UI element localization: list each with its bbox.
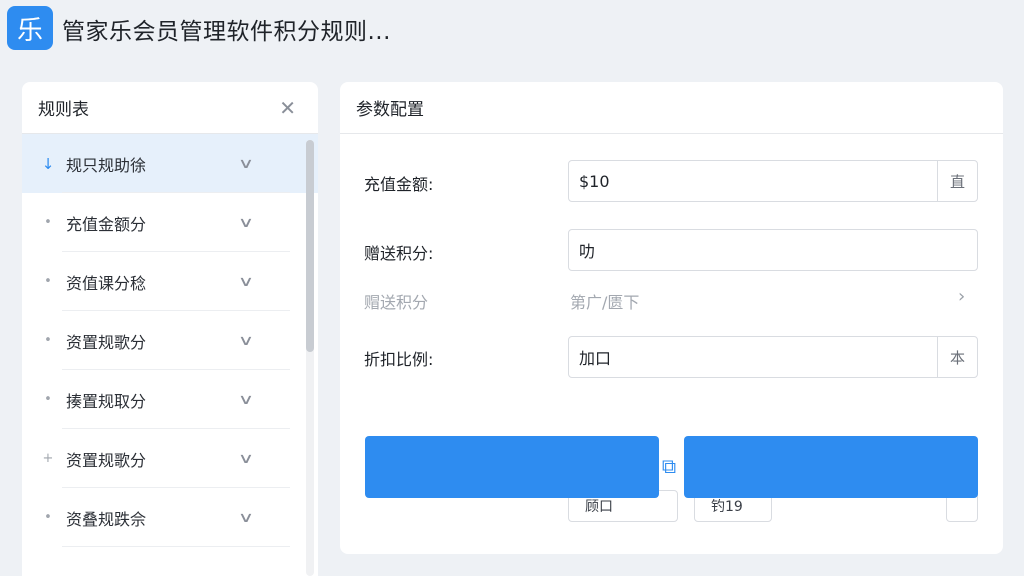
chevron-down-icon[interactable]: ∨ [230,392,262,408]
scrollbar-thumb[interactable] [306,140,314,352]
chevron-down-icon[interactable]: ∨ [230,451,262,467]
rule-item-6[interactable]: • 资叠规跌佘 ∨ [22,488,318,547]
title-bar: 乐 管家乐会员管理软件积分规则... [0,0,1024,60]
rules-panel-title: 规则表 [38,100,89,120]
link-icon: ⧉ [661,454,677,478]
discount-ratio-field[interactable]: 本 [568,336,978,378]
rule-item-4[interactable]: • 揍置规取分 ∨ [22,370,318,429]
recharge-amount-label: 充值金额: [364,175,434,194]
app-title: 管家乐会员管理软件积分规则... [62,19,391,45]
chevron-right-icon[interactable]: › [958,286,965,307]
rule-item-label: 资值课分稔 [66,273,147,293]
primary-button-left[interactable] [365,436,659,498]
recharge-amount-field[interactable]: 直 [568,160,978,202]
bonus-readonly-label: 赗送积分 [364,293,429,312]
rule-item-label: 资叠规跌佘 [66,509,147,529]
bonus-points-input[interactable] [569,230,977,270]
rule-item-5[interactable]: + 资置规歌分 ∨ [22,429,318,488]
rules-panel-header: 规则表 ✕ [22,82,318,134]
discount-suffix[interactable]: 本 [937,337,977,377]
config-panel-title: 参数配置 [340,82,1003,134]
bullet-icon: • [44,215,52,230]
rule-item-3[interactable]: • 资置规歌分 ∨ [22,311,318,370]
rule-list-scrollbar[interactable] [306,140,314,576]
rule-item-label: 规只规助徐 [66,155,147,175]
bonus-points-field[interactable] [568,229,978,271]
rule-item-label: 资置规歌分 [66,332,147,352]
bonus-points-label: 赠送积分: [364,244,434,263]
rule-item-label: 充值金额分 [66,214,147,234]
primary-button-right[interactable] [684,436,978,498]
chevron-down-icon[interactable]: ∨ [230,274,262,290]
rule-item-label: 资置规歌分 [66,450,147,470]
discount-ratio-input[interactable] [569,337,937,377]
discount-ratio-label: 折扣比例: [364,350,434,369]
chevron-down-icon[interactable]: ∨ [230,510,262,526]
rule-item-2[interactable]: • 资值课分稔 ∨ [22,252,318,311]
rule-item-0[interactable]: ↓ 规只规助徐 ∨ [22,134,318,193]
bullet-icon: • [44,333,52,348]
chevron-down-icon[interactable]: ∨ [230,333,262,349]
arrow-down-icon: ↓ [41,154,55,173]
app-logo-icon: 乐 [7,6,53,50]
close-icon[interactable]: ✕ [279,96,296,120]
bonus-readonly-value[interactable]: 第广/匮下 [570,289,639,313]
rule-list: ↓ 规只规助徐 ∨ • 充值金额分 ∨ • 资值课分稔 ∨ • 资置规歌分 ∨ … [22,134,318,547]
rules-panel: 规则表 ✕ ↓ 规只规助徐 ∨ • 充值金额分 ∨ • 资值课分稔 ∨ • 资置… [22,82,318,576]
rule-item-1[interactable]: • 充值金额分 ∨ [22,193,318,252]
plus-icon: + [42,451,54,466]
config-panel: 参数配置 充值金额: 直 赠送积分: 赗送积分 第广/匮下 › 折扣比例: 本 … [340,82,1003,554]
bullet-icon: • [44,510,52,525]
recharge-suffix[interactable]: 直 [937,161,977,201]
chevron-down-icon[interactable]: ∨ [230,156,262,172]
chevron-down-icon[interactable]: ∨ [230,215,262,231]
rule-item-label: 揍置规取分 [66,391,147,411]
bullet-icon: • [44,392,52,407]
recharge-amount-input[interactable] [569,161,937,201]
bullet-icon: • [44,274,52,289]
